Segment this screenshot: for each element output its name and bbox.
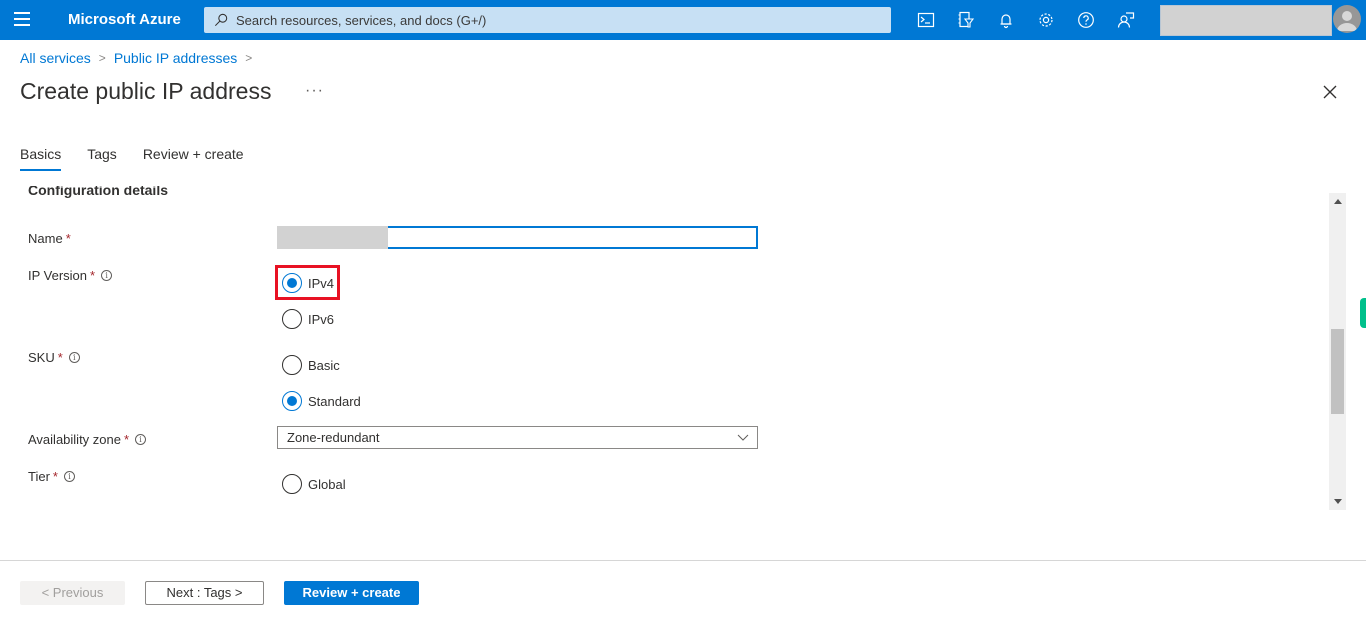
tab-basics[interactable]: Basics bbox=[20, 146, 62, 171]
availability-zone-label: Availability zone * i bbox=[28, 432, 147, 447]
feedback-tab[interactable] bbox=[1360, 298, 1366, 328]
radio-circle[interactable] bbox=[282, 355, 302, 375]
more-options-icon[interactable]: ··· bbox=[305, 82, 324, 100]
chevron-down-icon bbox=[737, 434, 749, 441]
info-icon[interactable]: i bbox=[68, 352, 80, 363]
section-heading: Configuration details bbox=[28, 186, 168, 198]
scroll-up-arrow-icon[interactable] bbox=[1334, 199, 1342, 204]
next-tags-button[interactable]: Next : Tags > bbox=[145, 581, 264, 605]
search-box[interactable] bbox=[204, 7, 891, 33]
breadcrumb-all-services[interactable]: All services bbox=[20, 50, 91, 66]
availability-zone-dropdown[interactable]: Zone-redundant bbox=[277, 426, 758, 449]
previous-button[interactable]: < Previous bbox=[20, 581, 125, 605]
form-scroll-area: Configuration details Name * IP Version * i… bbox=[0, 186, 1330, 510]
name-value-redacted bbox=[277, 226, 388, 249]
sku-label-text: SKU bbox=[28, 350, 55, 365]
name-label-text: Name bbox=[28, 231, 63, 246]
radio-label: IPv6 bbox=[308, 311, 335, 327]
avatar[interactable] bbox=[1333, 5, 1361, 33]
radio-circle[interactable] bbox=[282, 391, 302, 411]
tab-list: Basics Tags Review + create bbox=[20, 146, 270, 171]
account-name-redacted[interactable] bbox=[1160, 5, 1332, 36]
radio-standard[interactable]: Standard bbox=[282, 391, 361, 411]
radio-label: Standard bbox=[308, 393, 361, 409]
breadcrumb-public-ip-addresses[interactable]: Public IP addresses bbox=[114, 50, 237, 66]
ip-version-label: IP Version * i bbox=[28, 268, 113, 283]
search-icon bbox=[214, 13, 228, 27]
radio-label: IPv4 bbox=[308, 275, 335, 291]
tier-label: Tier * i bbox=[28, 469, 75, 484]
vertical-scrollbar[interactable] bbox=[1329, 193, 1346, 510]
radio-global[interactable]: Global bbox=[282, 474, 346, 494]
radio-label: Global bbox=[308, 476, 346, 492]
cloud-shell-icon[interactable] bbox=[916, 10, 936, 30]
scroll-down-arrow-icon[interactable] bbox=[1334, 499, 1342, 504]
directory-filter-icon[interactable] bbox=[956, 10, 976, 30]
required-marker: * bbox=[65, 231, 71, 246]
notifications-icon[interactable] bbox=[996, 10, 1016, 30]
required-marker: * bbox=[90, 268, 96, 283]
chevron-right-icon: > bbox=[98, 51, 106, 65]
tier-label-text: Tier bbox=[28, 469, 50, 484]
settings-icon[interactable] bbox=[1036, 10, 1056, 30]
info-icon[interactable]: i bbox=[63, 471, 75, 482]
breadcrumb: All services > Public IP addresses > bbox=[20, 50, 260, 66]
page-title: Create public IP address bbox=[20, 78, 272, 104]
footer-divider bbox=[0, 560, 1366, 561]
chevron-right-icon: > bbox=[245, 51, 253, 65]
radio-circle[interactable] bbox=[282, 474, 302, 494]
hamburger-menu-icon[interactable] bbox=[14, 12, 32, 28]
required-marker: * bbox=[123, 432, 130, 447]
radio-label: Basic bbox=[308, 357, 340, 373]
tab-review-create[interactable]: Review + create bbox=[143, 146, 244, 171]
availability-zone-label-text: Availability zone bbox=[28, 432, 121, 447]
radio-circle[interactable] bbox=[282, 309, 302, 329]
sku-label: SKU * i bbox=[28, 350, 80, 365]
ip-version-label-text: IP Version bbox=[28, 268, 88, 283]
radio-ipv6[interactable]: IPv6 bbox=[282, 309, 334, 329]
name-label: Name * bbox=[28, 231, 71, 246]
scrollbar-thumb[interactable] bbox=[1331, 329, 1344, 414]
info-icon[interactable]: i bbox=[101, 270, 113, 281]
radio-circle[interactable] bbox=[282, 273, 302, 293]
info-icon[interactable]: i bbox=[135, 434, 147, 445]
radio-ipv4[interactable]: IPv4 bbox=[282, 273, 334, 293]
review-create-button[interactable]: Review + create bbox=[284, 581, 419, 605]
top-bar: Microsoft Azure bbox=[0, 0, 1366, 40]
brand-name[interactable]: Microsoft Azure bbox=[68, 11, 181, 28]
radio-basic[interactable]: Basic bbox=[282, 355, 340, 375]
feedback-icon[interactable] bbox=[1116, 10, 1136, 30]
required-marker: * bbox=[52, 469, 58, 484]
help-icon[interactable] bbox=[1076, 10, 1096, 30]
tab-tags[interactable]: Tags bbox=[87, 146, 117, 171]
required-marker: * bbox=[57, 350, 63, 365]
close-icon[interactable] bbox=[1320, 82, 1340, 102]
dropdown-value: Zone-redundant bbox=[287, 430, 380, 445]
search-input[interactable] bbox=[236, 12, 876, 28]
